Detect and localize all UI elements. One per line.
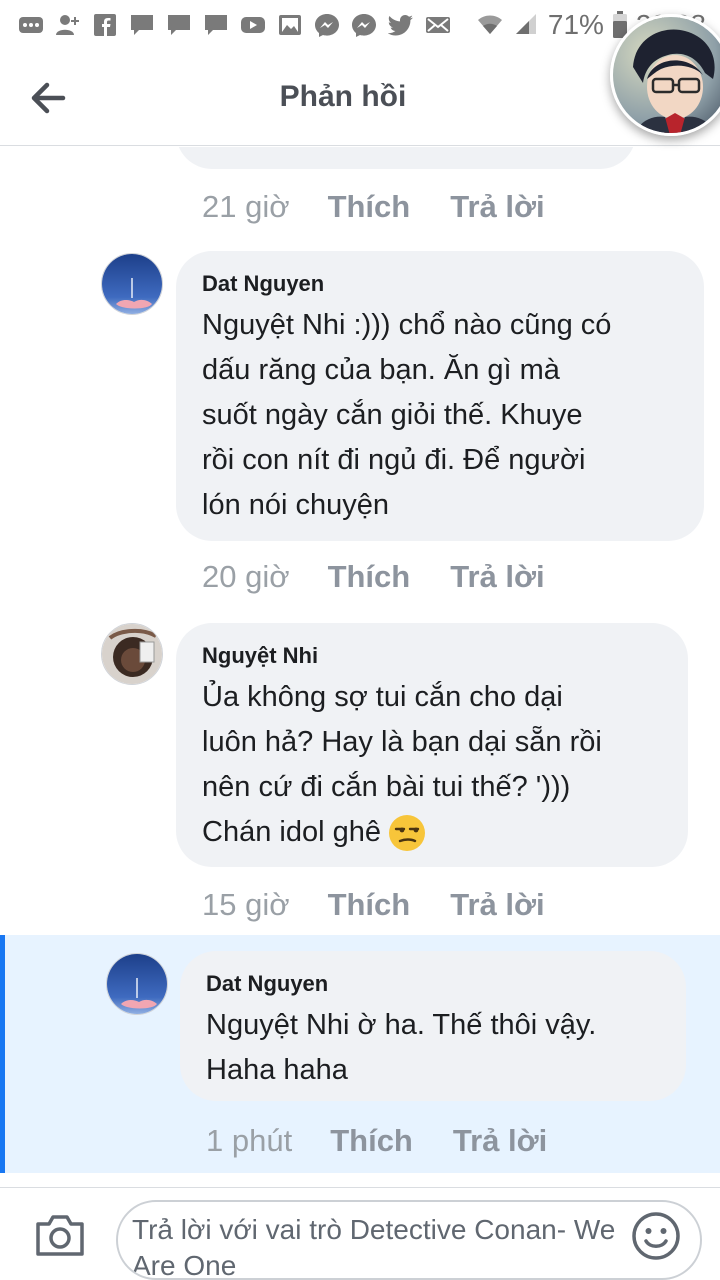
- comment-line: Nguyệt Nhi ờ ha. Thế thôi vậy.: [206, 1009, 597, 1041]
- smiley-icon: [632, 1212, 680, 1260]
- youtube-icon: [240, 13, 266, 37]
- camera-button[interactable]: [34, 1212, 86, 1258]
- comment-text: Nguyệt Nhi :))) chổ nào cũng có dấu răng…: [202, 303, 678, 528]
- message-icon: [129, 13, 155, 37]
- comment-line: Chán idol ghê: [202, 810, 662, 855]
- comment-author[interactable]: Nguyệt Nhi: [202, 641, 662, 671]
- comment-line: Haha haha: [206, 1054, 348, 1086]
- comment-time: 20 giờ: [202, 559, 290, 594]
- camera-icon: [36, 1215, 84, 1256]
- comment-author[interactable]: Dat Nguyen: [206, 969, 660, 999]
- battery-percent: 71%: [547, 9, 604, 40]
- like-button[interactable]: Thích: [328, 887, 411, 923]
- previous-comment-bubble[interactable]: [176, 147, 636, 169]
- emoji-button[interactable]: [630, 1210, 682, 1262]
- comment-bubble[interactable]: Dat Nguyen Nguyệt Nhi ờ ha. Thế thôi vậy…: [180, 951, 686, 1101]
- comment-actions: 20 giờ Thích Trả lời: [202, 559, 545, 595]
- signal-icon: [515, 14, 536, 34]
- more-icon: [18, 13, 44, 37]
- reply-button[interactable]: Trả lời: [450, 887, 544, 923]
- twitter-icon: [388, 13, 414, 37]
- reply-button[interactable]: Trả lời: [450, 189, 544, 225]
- page-profile-avatar[interactable]: [610, 14, 720, 136]
- comment-line: lón nói chuyện: [202, 489, 390, 521]
- comment-time: 15 giờ: [202, 887, 290, 922]
- email-icon: [425, 13, 451, 37]
- comment-text: Ủa không sợ tui cắn cho dại luôn hả? Hay…: [202, 675, 662, 855]
- avatar[interactable]: [101, 623, 163, 685]
- reply-input-placeholder: Trả lời với vai trò Detective Conan- We …: [132, 1214, 616, 1280]
- comment-line: luôn hả? Hay là bạn dại sẵn rồi: [202, 726, 602, 758]
- comment-line-text: Chán idol ghê: [202, 816, 381, 848]
- like-button[interactable]: Thích: [330, 1123, 413, 1159]
- status-bar: 71% 22:08: [0, 0, 720, 50]
- comment-line: Nguyệt Nhi :))) chổ nào cũng có: [202, 309, 612, 341]
- wifi-icon: [477, 15, 502, 34]
- like-button[interactable]: Thích: [328, 559, 411, 595]
- comment-line: dấu răng của bạn. Ăn gì mà: [202, 354, 560, 386]
- messenger-icon: [351, 13, 377, 37]
- reply-button[interactable]: Trả lời: [453, 1123, 547, 1159]
- highlight-accent-bar: [0, 935, 5, 1173]
- comment-bubble[interactable]: Dat Nguyen Nguyệt Nhi :))) chổ nào cũng …: [176, 251, 704, 541]
- comment-line: Ủa không sợ tui cắn cho dại: [202, 681, 563, 713]
- comment-author[interactable]: Dat Nguyen: [202, 269, 678, 299]
- message-icon: [203, 13, 229, 37]
- avatar[interactable]: [101, 253, 163, 315]
- gallery-icon: [277, 13, 303, 37]
- previous-comment-actions: 21 giờ Thích Trả lời: [202, 189, 545, 225]
- notification-icons: [18, 13, 451, 37]
- comment-time: 21 giờ: [202, 189, 290, 224]
- comment-line: suốt ngày cắn giỏi thế. Khuye: [202, 399, 583, 431]
- reply-composer: Trả lời với vai trò Detective Conan- We …: [0, 1187, 720, 1280]
- reply-input[interactable]: Trả lời với vai trò Detective Conan- We …: [116, 1200, 702, 1280]
- comment-line: rồi con nít đi ngủ đi. Để người: [202, 444, 586, 476]
- messenger-icon: [314, 13, 340, 37]
- add-friend-icon: [55, 13, 81, 37]
- comment-time: 1 phút: [206, 1123, 293, 1158]
- reply-thread: 21 giờ Thích Trả lời Dat Nguyen Nguyệt N…: [0, 147, 720, 1187]
- comment-actions: 1 phút Thích Trả lời: [206, 1123, 547, 1159]
- reply-button[interactable]: Trả lời: [450, 559, 544, 595]
- unamused-face-emoji: [388, 815, 425, 852]
- page-title: Phản hồi: [279, 80, 407, 113]
- facebook-icon: [92, 13, 118, 37]
- comment-text: Nguyệt Nhi ờ ha. Thế thôi vậy. Haha haha: [206, 1003, 660, 1093]
- avatar[interactable]: [106, 953, 168, 1015]
- comment-actions: 15 giờ Thích Trả lời: [202, 887, 545, 923]
- like-button[interactable]: Thích: [328, 189, 411, 225]
- comment-bubble[interactable]: Nguyệt Nhi Ủa không sợ tui cắn cho dại l…: [176, 623, 688, 867]
- comment-line: nên cứ đi cắn bài tui thế? '))): [202, 771, 571, 803]
- message-icon: [166, 13, 192, 37]
